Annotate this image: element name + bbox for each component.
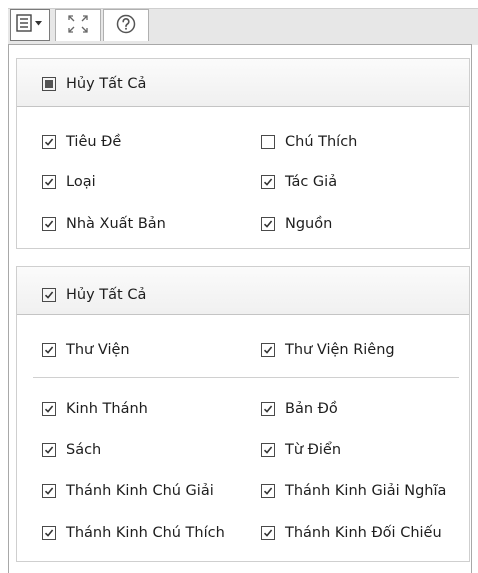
checkbox-checked-icon <box>42 484 56 498</box>
checkbox-checked-icon <box>42 443 56 457</box>
list-menu-icon <box>16 14 44 36</box>
checkbox-checked-icon <box>261 343 275 357</box>
menu-dropdown-button[interactable] <box>10 9 50 41</box>
option-label: Thánh Kinh Chú Giải <box>66 483 214 499</box>
expand-button[interactable] <box>55 9 101 41</box>
section-divider <box>33 377 459 378</box>
checkbox-checked-icon <box>42 343 56 357</box>
checkbox-checked-icon <box>42 217 56 231</box>
option-nguon[interactable]: Nguồn <box>261 216 332 232</box>
checkbox-checked-icon <box>261 402 275 416</box>
option-thanh-kinh-doi-chieu[interactable]: Thánh Kinh Đối Chiếu <box>261 525 442 541</box>
option-label: Từ Điển <box>285 442 342 458</box>
option-label: Bản Đồ <box>285 401 338 417</box>
option-thanh-kinh-chu-giai[interactable]: Thánh Kinh Chú Giải <box>42 483 214 499</box>
help-circle-icon <box>116 14 136 38</box>
checkbox-checked-icon <box>261 175 275 189</box>
option-nha-xuat-ban[interactable]: Nhà Xuất Bản <box>42 216 166 232</box>
option-kinh-thanh[interactable]: Kinh Thánh <box>42 401 148 417</box>
option-tieu-de[interactable]: Tiêu Đề <box>42 134 121 150</box>
option-label: Chú Thích <box>285 134 358 150</box>
option-label: Nhà Xuất Bản <box>66 216 166 232</box>
checkbox-unchecked-icon <box>261 135 275 149</box>
option-chu-thich[interactable]: Chú Thích <box>261 134 357 150</box>
option-tu-dien[interactable]: Từ Điển <box>261 442 341 458</box>
option-label: Tiêu Đề <box>66 134 122 150</box>
option-sach[interactable]: Sách <box>42 442 101 458</box>
option-ban-do[interactable]: Bản Đồ <box>261 401 338 417</box>
select-all-resources-label: Hủy Tất Cả <box>66 287 147 303</box>
option-label: Tác Giả <box>285 174 338 190</box>
option-label: Loại <box>66 174 96 190</box>
option-label: Thánh Kinh Chú Thích <box>66 525 225 541</box>
expand-arrows-icon <box>67 14 89 38</box>
select-all-fields-label: Hủy Tất Cả <box>66 76 147 92</box>
option-label: Thư Viện <box>66 342 130 358</box>
toolbar <box>0 0 478 46</box>
select-all-resources-toggle[interactable]: Hủy Tất Cả <box>42 287 146 303</box>
checkbox-checked-icon <box>42 175 56 189</box>
checkbox-checked-icon <box>42 135 56 149</box>
option-tac-gia[interactable]: Tác Giả <box>261 174 337 190</box>
checkbox-checked-icon <box>261 443 275 457</box>
checkbox-checked-icon <box>42 288 56 302</box>
option-thu-vien-rieng[interactable]: Thư Viện Riêng <box>261 342 395 358</box>
checkbox-checked-icon <box>261 526 275 540</box>
option-label: Kinh Thánh <box>66 401 148 417</box>
option-label: Thánh Kinh Đối Chiếu <box>285 525 442 541</box>
checkbox-checked-icon <box>42 402 56 416</box>
option-label: Thư Viện Riêng <box>285 342 395 358</box>
option-thu-vien[interactable]: Thư Viện <box>42 342 130 358</box>
checkbox-checked-icon <box>261 484 275 498</box>
indeterminate-checkbox-icon <box>42 77 56 91</box>
help-button[interactable] <box>103 9 149 41</box>
checkbox-checked-icon <box>261 217 275 231</box>
option-loai[interactable]: Loại <box>42 174 96 190</box>
option-label: Nguồn <box>285 216 333 232</box>
option-thanh-kinh-giai-nghia[interactable]: Thánh Kinh Giải Nghĩa <box>261 483 446 499</box>
option-label: Sách <box>66 442 102 458</box>
checkbox-checked-icon <box>42 526 56 540</box>
option-label: Thánh Kinh Giải Nghĩa <box>285 483 447 499</box>
option-thanh-kinh-chu-thich[interactable]: Thánh Kinh Chú Thích <box>42 525 225 541</box>
select-all-fields-toggle[interactable]: Hủy Tất Cả <box>42 76 146 92</box>
